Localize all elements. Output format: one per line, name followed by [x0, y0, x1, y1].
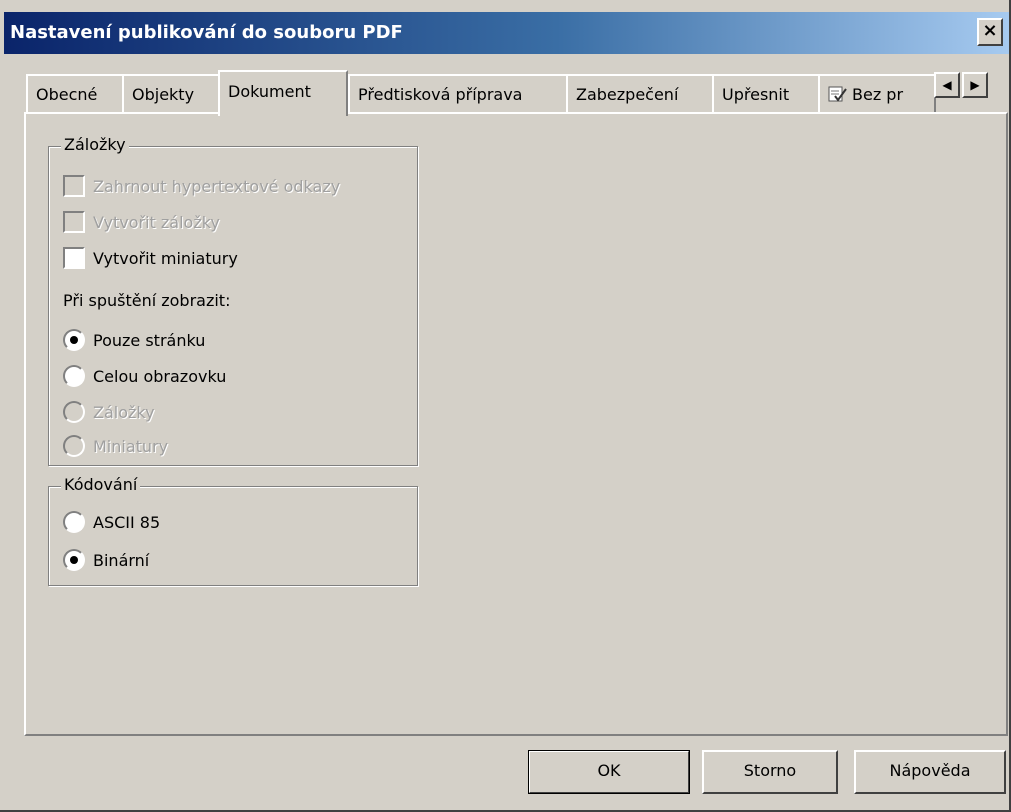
checklist-icon: [828, 86, 847, 102]
tab-bez-pr-label: Bez pr: [852, 85, 904, 104]
radio-full-screen[interactable]: Celou obrazovku: [63, 363, 226, 391]
tab-page-dokument: Záložky Zahrnout hypertextové odkazy Vyt…: [24, 112, 1008, 736]
radio-button[interactable]: [63, 400, 85, 423]
tab-obecne[interactable]: Obecné: [26, 74, 124, 114]
checkbox-label: Vytvořit záložky: [93, 213, 220, 232]
tab-scroll-right-button[interactable]: ▶: [962, 72, 988, 98]
checkbox-box[interactable]: [63, 210, 85, 233]
radio-label: ASCII 85: [93, 513, 161, 532]
radio-button[interactable]: [63, 510, 85, 533]
radio-label: Celou obrazovku: [93, 367, 227, 386]
title-bar: Nastavení publikování do souboru PDF ×: [4, 12, 1009, 54]
radio-thumbnails[interactable]: Miniatury: [63, 433, 168, 461]
tab-strip: Obecné Objekty Dokument Předtisková příp…: [26, 70, 1006, 116]
checkbox-box[interactable]: [63, 174, 85, 197]
encoding-groupbox: Kódování ASCII 85 Binární: [48, 475, 418, 586]
tab-predtiskova-priprava[interactable]: Předtisková příprava: [348, 74, 568, 114]
arrow-right-icon: ▶: [970, 78, 980, 92]
dialog-window: Nastavení publikování do souboru PDF × O…: [0, 0, 1011, 812]
radio-button[interactable]: [63, 328, 85, 351]
close-button[interactable]: ×: [977, 18, 1003, 46]
bookmarks-groupbox: Záložky Zahrnout hypertextové odkazy Vyt…: [48, 135, 418, 466]
radio-label: Záložky: [93, 403, 155, 422]
tab-bez-pr[interactable]: Bez pr: [818, 74, 936, 114]
tab-scroll-left-button[interactable]: ◀: [934, 72, 960, 98]
tab-upresnit[interactable]: Upřesnit: [712, 74, 820, 114]
bookmarks-group-label: Záložky: [61, 135, 129, 154]
cancel-button[interactable]: Storno: [702, 750, 838, 794]
radio-ascii85[interactable]: ASCII 85: [63, 509, 160, 537]
create-bookmarks-checkbox[interactable]: Vytvořit záložky: [63, 209, 220, 237]
checkbox-box[interactable]: [63, 246, 85, 269]
radio-label: Pouze stránku: [93, 331, 206, 350]
tab-objekty[interactable]: Objekty: [122, 74, 220, 114]
create-thumbnails-checkbox[interactable]: Vytvořit miniatury: [63, 245, 238, 273]
tab-dokument[interactable]: Dokument: [218, 70, 348, 116]
arrow-left-icon: ◀: [942, 78, 952, 92]
encoding-group-label: Kódování: [61, 475, 141, 494]
window-title: Nastavení publikování do souboru PDF: [10, 22, 403, 43]
radio-binary[interactable]: Binární: [63, 547, 149, 575]
help-button[interactable]: Nápověda: [854, 750, 1006, 794]
radio-label: Binární: [93, 551, 150, 570]
include-hyperlinks-checkbox[interactable]: Zahrnout hypertextové odkazy: [63, 173, 340, 201]
ok-button[interactable]: OK: [528, 750, 690, 794]
checkbox-label: Zahrnout hypertextové odkazy: [93, 177, 341, 196]
radio-button[interactable]: [63, 434, 85, 457]
radio-label: Miniatury: [93, 437, 169, 456]
radio-button[interactable]: [63, 364, 85, 387]
checkbox-label: Vytvořit miniatury: [93, 249, 238, 268]
radio-bookmarks[interactable]: Záložky: [63, 399, 155, 427]
radio-button[interactable]: [63, 548, 85, 571]
radio-page-only[interactable]: Pouze stránku: [63, 327, 205, 355]
on-start-label: Při spuštění zobrazit:: [63, 291, 231, 310]
tab-zabezpeceni[interactable]: Zabezpečení: [566, 74, 714, 114]
